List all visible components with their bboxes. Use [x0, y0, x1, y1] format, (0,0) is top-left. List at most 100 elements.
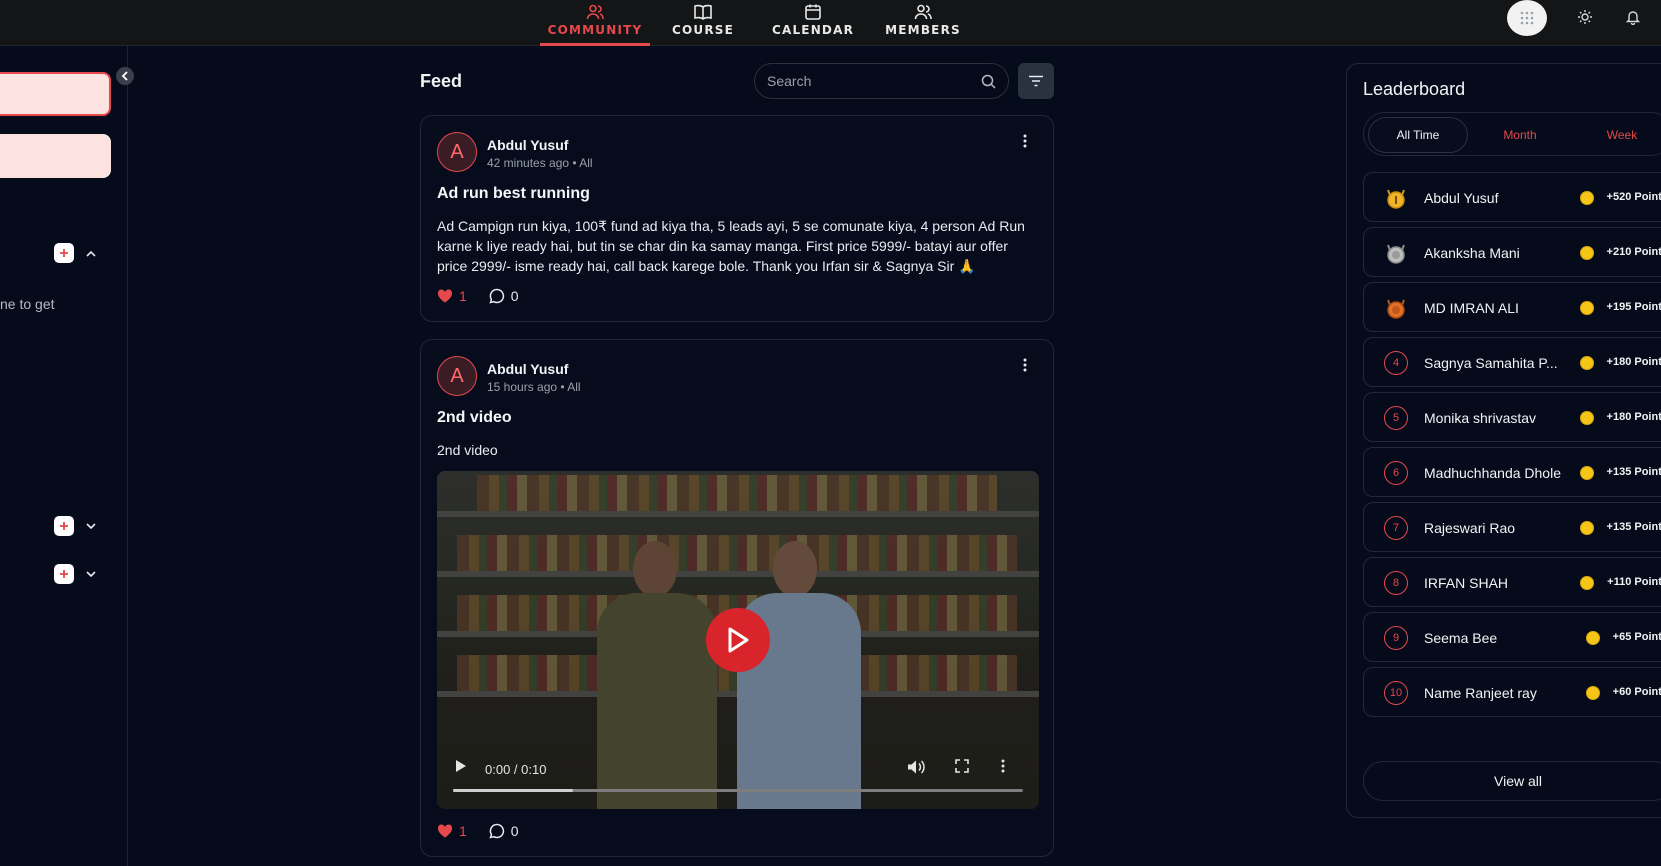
rank-badge: 4: [1384, 351, 1408, 375]
leaderboard-row[interactable]: 5 Monika shrivastav +180 Points: [1363, 392, 1661, 442]
like-button[interactable]: 1: [437, 288, 467, 304]
add-section-button[interactable]: [54, 516, 74, 536]
section-collapse-toggle[interactable]: [84, 246, 98, 260]
rank-badge: 6: [1384, 461, 1408, 485]
post-menu-button[interactable]: [1017, 356, 1033, 374]
search-input[interactable]: [767, 73, 981, 89]
tab-all-time[interactable]: All Time: [1368, 117, 1468, 153]
video-volume-button[interactable]: [907, 759, 925, 780]
coin-icon: [1580, 246, 1594, 260]
search-icon: [981, 74, 996, 89]
leaderboard-row[interactable]: Abdul Yusuf +520 Points: [1363, 172, 1661, 222]
coin-icon: [1580, 466, 1594, 480]
tab-community[interactable]: COMMUNITY: [540, 0, 650, 46]
leaderboard-points: +195 Points: [1606, 301, 1661, 313]
avatar[interactable]: A: [437, 132, 477, 172]
leaderboard-row[interactable]: 7 Rajeswari Rao +135 Points: [1363, 502, 1661, 552]
view-all-button[interactable]: View all: [1363, 761, 1661, 801]
post-meta: 15 hours ago • All: [487, 380, 581, 394]
tab-members-label: MEMBERS: [885, 23, 961, 37]
leaderboard-row[interactable]: 4 Sagnya Samahita P... +180 Points: [1363, 337, 1661, 387]
leaderboard-name: Abdul Yusuf: [1424, 190, 1499, 206]
leaderboard-row[interactable]: 9 Seema Bee +65 Points: [1363, 612, 1661, 662]
leaderboard-points: +65 Points: [1612, 631, 1661, 643]
rank-badge: 8: [1384, 571, 1408, 595]
post-author[interactable]: Abdul Yusuf: [487, 361, 568, 377]
post-actions: 1 0: [437, 823, 519, 839]
silver-medal-icon: [1387, 244, 1405, 264]
coin-icon: [1580, 411, 1594, 425]
comment-button[interactable]: 0: [489, 823, 519, 839]
chevron-left-icon: [121, 71, 128, 81]
filter-button[interactable]: [1018, 63, 1054, 99]
leaderboard-row[interactable]: Akanksha Mani +210 Points: [1363, 227, 1661, 277]
rank-badge: 9: [1384, 626, 1408, 650]
post-meta: 42 minutes ago • All: [487, 156, 593, 170]
leaderboard-panel: Leaderboard All Time Month Week Abdul Yu…: [1346, 63, 1661, 818]
chevron-down-icon: [86, 522, 96, 529]
add-channel-button[interactable]: [54, 243, 74, 263]
like-button[interactable]: 1: [437, 823, 467, 839]
gold-medal-icon: [1387, 189, 1405, 209]
heart-icon: [437, 289, 453, 303]
more-vertical-icon: [1023, 358, 1027, 372]
coin-icon: [1580, 191, 1594, 205]
leaderboard-name: Akanksha Mani: [1424, 245, 1520, 261]
video-fullscreen-button[interactable]: [955, 759, 969, 778]
more-vertical-icon: [1001, 759, 1005, 773]
fullscreen-icon: [955, 759, 969, 773]
sidebar-secondary-button[interactable]: [0, 134, 111, 178]
post-title: Ad run best running: [437, 185, 590, 202]
tab-course-label: COURSE: [671, 23, 735, 37]
sidebar-primary-button[interactable]: [0, 72, 111, 116]
apps-grid-button[interactable]: [1507, 0, 1547, 36]
post-author[interactable]: Abdul Yusuf: [487, 137, 568, 153]
left-sidebar: ne to get: [0, 46, 134, 866]
video-player[interactable]: 0:00 / 0:10: [437, 471, 1039, 809]
post-actions: 1 0: [437, 288, 519, 304]
coin-icon: [1580, 521, 1594, 535]
video-progress-track[interactable]: [453, 789, 1023, 792]
add-section-button-2[interactable]: [54, 564, 74, 584]
comment-count: 0: [510, 288, 519, 304]
leaderboard-row[interactable]: 6 Madhuchhanda Dhole +135 Points: [1363, 447, 1661, 497]
post-body: 2nd video: [437, 442, 498, 458]
video-control-play-button[interactable]: [455, 759, 467, 778]
tab-members[interactable]: MEMBERS: [876, 0, 970, 46]
sidebar-collapse-button[interactable]: [116, 67, 134, 85]
coin-icon: [1586, 686, 1600, 700]
coin-icon: [1580, 576, 1594, 590]
section-expand-toggle-2[interactable]: [84, 567, 98, 581]
video-controls: 0:00 / 0:10: [437, 749, 1039, 809]
heart-icon: [437, 824, 453, 838]
leaderboard-row[interactable]: 10 Name Ranjeet ray +60 Points: [1363, 667, 1661, 717]
plus-icon: [60, 522, 68, 530]
leaderboard-name: Seema Bee: [1424, 630, 1498, 646]
leaderboard-name: Rajeswari Rao: [1424, 520, 1516, 536]
tab-calendar[interactable]: CALENDAR: [766, 0, 860, 46]
plus-icon: [60, 249, 68, 257]
chevron-up-icon: [86, 250, 96, 257]
tab-month[interactable]: Month: [1470, 117, 1570, 153]
video-more-button[interactable]: [1001, 759, 1005, 778]
leaderboard-row[interactable]: 8 IRFAN SHAH +110 Points: [1363, 557, 1661, 607]
volume-icon: [908, 760, 925, 774]
video-play-button[interactable]: [706, 608, 770, 672]
play-icon: [728, 627, 749, 653]
avatar[interactable]: A: [437, 356, 477, 396]
theme-toggle-button[interactable]: [1574, 6, 1596, 28]
chevron-down-icon: [86, 570, 96, 577]
notifications-button[interactable]: [1622, 6, 1644, 28]
leaderboard-name: Madhuchhanda Dhole: [1424, 465, 1561, 481]
comment-button[interactable]: 0: [489, 288, 519, 304]
post-menu-button[interactable]: [1017, 132, 1033, 150]
grid-icon: [1520, 11, 1534, 25]
coin-icon: [1586, 631, 1600, 645]
post-title: 2nd video: [437, 409, 512, 426]
tab-week[interactable]: Week: [1572, 117, 1661, 153]
comment-count: 0: [510, 823, 519, 839]
post-body: Ad Campign run kiya, 100₹ fund ad kiya t…: [437, 218, 1025, 274]
section-expand-toggle[interactable]: [84, 519, 98, 533]
tab-course[interactable]: COURSE: [664, 0, 742, 46]
leaderboard-row[interactable]: MD IMRAN ALI +195 Points: [1363, 282, 1661, 332]
